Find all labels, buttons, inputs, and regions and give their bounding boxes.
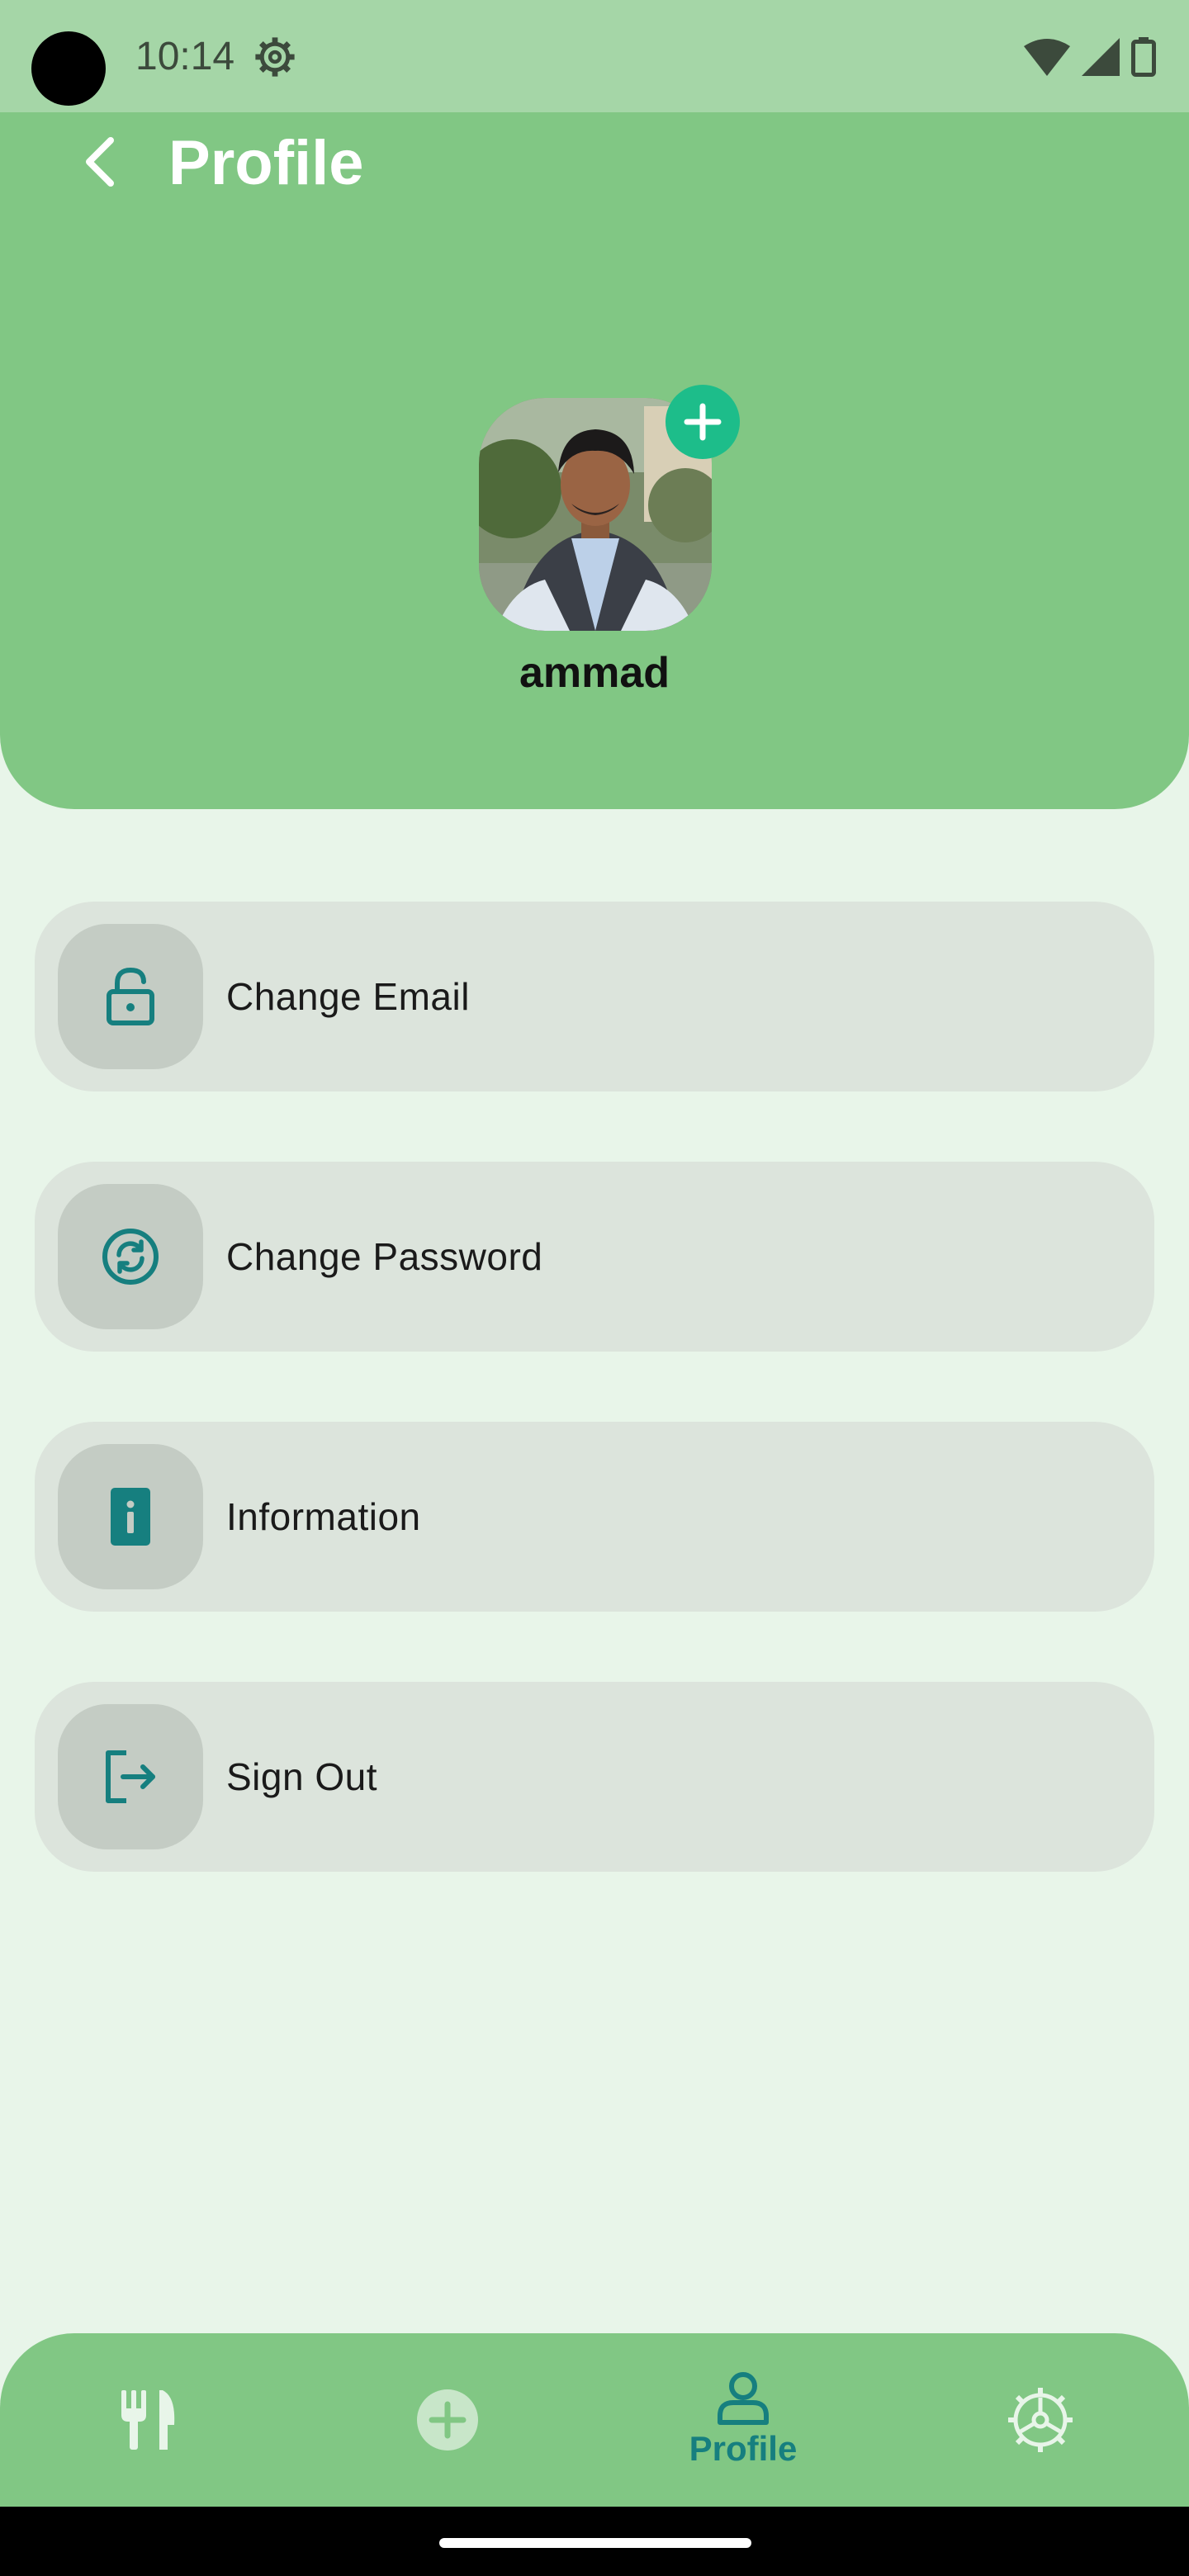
menu-icon-box <box>58 1184 203 1329</box>
status-icons <box>1024 33 1156 81</box>
menu-icon-box <box>58 924 203 1069</box>
bottom-navigation: Profile <box>0 2333 1189 2507</box>
fork-knife-icon <box>121 2390 175 2450</box>
nav-item-label: Profile <box>689 2429 798 2468</box>
nav-item-settings[interactable] <box>933 2333 1148 2507</box>
cellular-signal-icon <box>1082 38 1120 76</box>
refresh-circle-icon <box>102 1229 159 1285</box>
nav-item-profile[interactable]: Profile <box>636 2333 850 2507</box>
home-indicator[interactable] <box>439 2538 751 2548</box>
menu-item-label: Sign Out <box>226 1755 377 1798</box>
back-button[interactable] <box>66 121 132 203</box>
add-circle-icon <box>417 2389 478 2451</box>
system-navigation-bar <box>0 2507 1189 2576</box>
info-phone-icon <box>111 1488 150 1546</box>
add-photo-button[interactable] <box>666 385 740 459</box>
chevron-left-icon <box>86 137 114 187</box>
menu-icon-box <box>58 1444 203 1589</box>
plus-icon <box>684 403 722 441</box>
status-bar: 10:14 <box>0 0 1189 112</box>
user-name: ammad <box>519 649 670 697</box>
page-title: Profile <box>168 128 364 198</box>
change-email-button[interactable]: Change Email <box>35 902 1154 1091</box>
battery-icon <box>1131 37 1156 77</box>
sign-out-button[interactable]: Sign Out <box>35 1682 1154 1872</box>
settings-status-icon <box>255 37 295 77</box>
nav-item-menu[interactable] <box>41 2333 256 2507</box>
camera-cutout <box>31 31 106 106</box>
menu-icon-box <box>58 1704 203 1849</box>
information-button[interactable]: Information <box>35 1422 1154 1612</box>
logout-icon <box>106 1750 155 1803</box>
change-password-button[interactable]: Change Password <box>35 1162 1154 1352</box>
menu-item-label: Change Email <box>226 975 470 1018</box>
profile-header: Profile ammad <box>0 112 1189 809</box>
status-time: 10:14 <box>135 35 235 78</box>
menu-item-label: Information <box>226 1495 421 1538</box>
wifi-icon <box>1024 39 1070 76</box>
nav-item-add[interactable] <box>340 2333 555 2507</box>
person-icon <box>718 2372 769 2425</box>
menu-item-label: Change Password <box>226 1235 543 1278</box>
settings-icon <box>1008 2388 1073 2452</box>
lock-open-icon <box>107 967 154 1025</box>
